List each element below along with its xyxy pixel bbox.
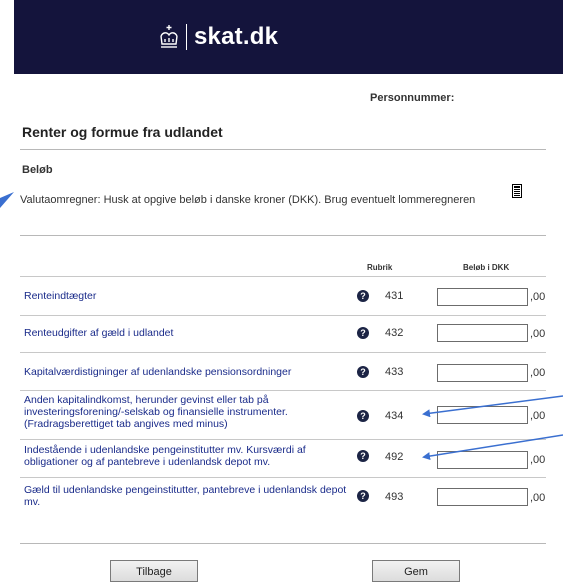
decimal-suffix: ,00 — [530, 492, 546, 504]
help-icon[interactable]: ? — [357, 327, 369, 339]
decimal-suffix: ,00 — [530, 328, 546, 340]
rubrik-number: 434 — [385, 410, 404, 422]
row-divider — [20, 390, 546, 391]
row-label: Indestående i udenlandske pengeinstitutt… — [24, 444, 306, 468]
amount-input-432[interactable] — [437, 324, 528, 342]
help-icon[interactable]: ? — [357, 450, 369, 462]
row-divider — [20, 352, 546, 353]
rubrik-number: 431 — [385, 290, 404, 302]
calculator-icon[interactable] — [512, 184, 522, 198]
personal-number-label: Personnummer: — [370, 92, 455, 104]
amount-input-431[interactable] — [437, 288, 528, 306]
column-header-rubrik: Rubrik — [367, 263, 393, 272]
amount-input-492[interactable] — [437, 451, 528, 469]
row-label: Renteindtægter — [24, 290, 97, 302]
row-label: Renteudgifter af gæld i udlandet — [24, 327, 174, 339]
row-label: Gæld til udenlandske pengeinstitutter, p… — [24, 484, 347, 508]
row-divider — [20, 315, 546, 316]
amount-input-493[interactable] — [437, 488, 528, 506]
amount-input-433[interactable] — [437, 364, 528, 382]
site-header: skat.dk — [14, 0, 563, 74]
row-divider — [20, 477, 546, 478]
decimal-suffix: ,00 — [530, 291, 546, 303]
help-icon[interactable]: ? — [357, 366, 369, 378]
rubrik-number: 432 — [385, 327, 404, 339]
logo-divider — [186, 24, 187, 50]
rubrik-number: 492 — [385, 451, 404, 463]
page-title: Renter og formue fra udlandet — [22, 124, 223, 140]
rubrik-number: 433 — [385, 366, 404, 378]
table-row: Gæld til udenlandske pengeinstitutter, p… — [20, 482, 546, 512]
crown-icon — [160, 25, 178, 48]
save-button[interactable]: Gem — [372, 560, 460, 582]
table-header-divider — [20, 276, 546, 277]
divider — [20, 149, 546, 150]
row-label: Kapitalværdistigninger af udenlandske pe… — [24, 366, 292, 378]
currency-note: Valutaomregner: Husk at opgive beløb i d… — [20, 194, 476, 206]
help-icon[interactable]: ? — [357, 490, 369, 502]
rubrik-number: 493 — [385, 491, 404, 503]
column-header-amount: Beløb i DKK — [463, 263, 510, 272]
table-row: Renteudgifter af gæld i udlandet ? 432 ,… — [20, 322, 546, 346]
amount-input-434[interactable] — [437, 406, 528, 424]
decimal-suffix: ,00 — [530, 410, 546, 422]
row-divider — [20, 439, 546, 440]
divider — [20, 235, 546, 236]
divider — [20, 543, 546, 544]
help-icon[interactable]: ? — [357, 410, 369, 422]
table-row: Renteindtægter ? 431 ,00 — [20, 286, 546, 310]
table-row: Indestående i udenlandske pengeinstitutt… — [20, 443, 546, 473]
table-row: Kapitalværdistigninger af udenlandske pe… — [20, 362, 546, 386]
help-icon[interactable]: ? — [357, 290, 369, 302]
back-button[interactable]: Tilbage — [110, 560, 198, 582]
left-edge-arrow — [0, 192, 14, 208]
section-title: Beløb — [22, 164, 53, 176]
table-row: Anden kapitalindkomst, herunder gevinst … — [20, 393, 546, 435]
brand-name: skat.dk — [194, 23, 279, 50]
skat-logo[interactable]: skat.dk — [158, 22, 278, 52]
decimal-suffix: ,00 — [530, 454, 546, 466]
row-label: Anden kapitalindkomst, herunder gevinst … — [24, 394, 288, 430]
decimal-suffix: ,00 — [530, 367, 546, 379]
